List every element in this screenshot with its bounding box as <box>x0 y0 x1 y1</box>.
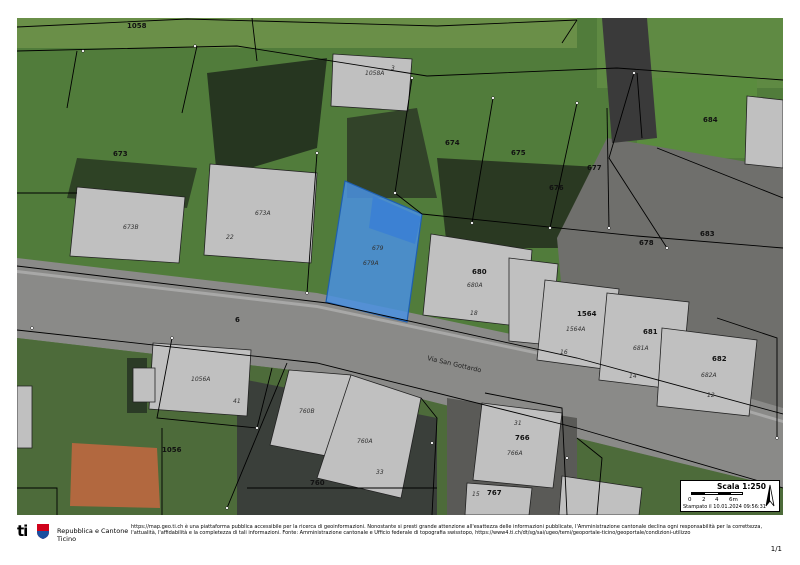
parcel-label: 1058 <box>127 22 147 30</box>
north-arrow-icon <box>765 484 775 507</box>
parcel-label: 1056 <box>162 446 182 454</box>
canton-shield-icon <box>37 524 49 539</box>
svg-text:22: 22 <box>226 234 234 241</box>
parcel-label: 676 <box>549 184 564 192</box>
parcel-label: 677 <box>587 164 602 172</box>
svg-text:16: 16 <box>560 349 568 356</box>
svg-text:41: 41 <box>233 398 241 405</box>
building-label: 1056A <box>191 376 210 383</box>
parcel-label: 682 <box>712 355 727 363</box>
parcel-label: 678 <box>639 239 654 247</box>
parcel-label: 681 <box>643 328 658 336</box>
svg-text:18: 18 <box>470 310 478 317</box>
scale-bar <box>691 492 743 495</box>
building-label: 760B <box>299 408 315 415</box>
canton-logo-text: ti <box>17 522 28 540</box>
svg-text:33: 33 <box>376 469 384 476</box>
parcel-label: 760 <box>310 479 325 487</box>
parcel-label: 674 <box>445 139 460 147</box>
parcel-label: 675 <box>511 149 526 157</box>
parcel-label: 683 <box>700 230 715 238</box>
building-label: 1564A <box>566 326 585 333</box>
page-number: 1/1 <box>770 545 782 553</box>
orthophoto-map: 1058 673 674 675 676 677 678 684 683 680… <box>17 18 783 515</box>
building-label: 681A <box>633 345 649 352</box>
building-label: 682A <box>701 372 717 379</box>
building-label: 673A <box>255 210 271 217</box>
building-label: 766A <box>507 450 523 457</box>
scale-title: Scala 1:250 <box>717 482 767 491</box>
scale-box: Scala 1:250 0 2 4 6m Stampato il 10.01.2… <box>680 480 780 512</box>
parcel-label: 680 <box>472 268 487 276</box>
building-label: 673B <box>123 224 139 231</box>
parcel-label: 1564 <box>577 310 597 318</box>
building-label: 679A <box>363 260 379 267</box>
canton-name: Repubblica e Cantone Ticino <box>57 527 129 543</box>
svg-text:3: 3 <box>391 65 395 72</box>
building-label: 1058A <box>365 70 384 77</box>
building-label: 680A <box>467 282 483 289</box>
disclaimer-text: https://map.geo.ti.ch è una piattaforma … <box>131 524 763 537</box>
parcel-label: 6 <box>235 316 240 324</box>
svg-text:14: 14 <box>629 373 637 380</box>
svg-text:31: 31 <box>514 420 522 427</box>
parcel-label: 766 <box>515 434 530 442</box>
svg-text:12: 12 <box>707 392 715 399</box>
map-view[interactable]: 1058 673 674 675 676 677 678 684 683 680… <box>17 18 783 515</box>
building-label: 760A <box>357 438 373 445</box>
svg-text:15: 15 <box>472 491 480 498</box>
print-timestamp: Stampato il 10.01.2024 09:56:31 <box>683 504 766 510</box>
parcel-label: 767 <box>487 489 502 497</box>
parcel-label: 684 <box>703 116 718 124</box>
parcel-label: 673 <box>113 150 128 158</box>
building-label: 679 <box>372 245 384 252</box>
